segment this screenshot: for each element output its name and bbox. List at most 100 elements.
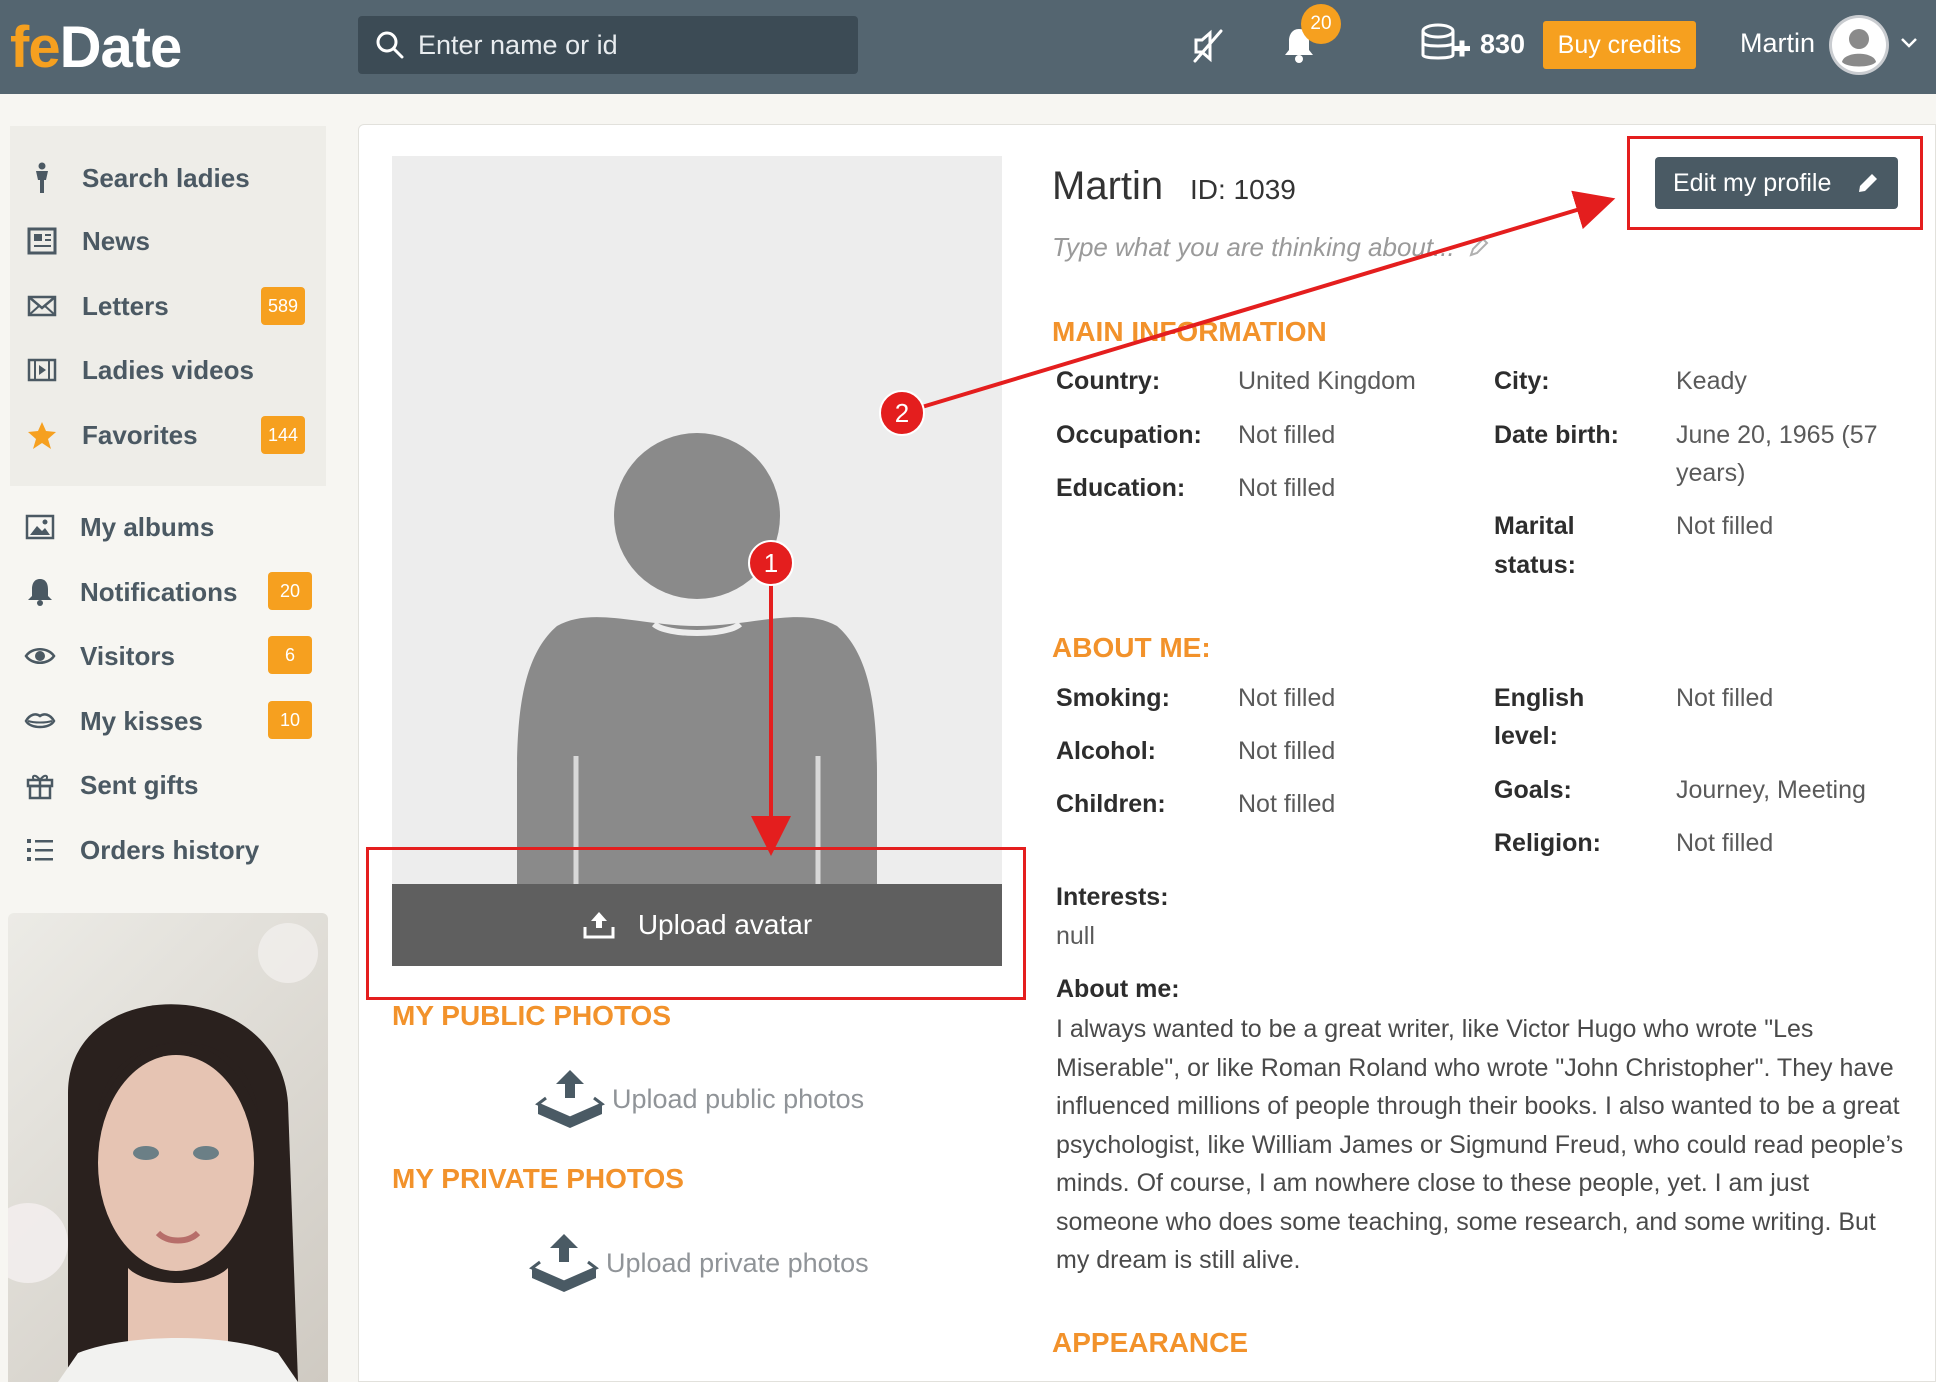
search-input[interactable]: Enter name or id <box>358 16 858 74</box>
city-label: City: <box>1494 367 1550 395</box>
upload-tray-icon <box>535 1070 605 1128</box>
appearance-title: APPEARANCE <box>1052 1327 1249 1358</box>
children-value: Not filled <box>1238 790 1336 818</box>
occupation-label: Occupation: <box>1056 421 1202 449</box>
kisses-count-badge: 10 <box>268 701 312 739</box>
sidebar-item-label: Letters <box>82 290 169 321</box>
sidebar-item-favorites[interactable]: Favorites <box>24 410 198 460</box>
english-level-label-line2: level: <box>1494 722 1558 750</box>
religion-label: Religion: <box>1494 829 1601 857</box>
film-icon <box>24 354 60 386</box>
sidebar-item-visitors[interactable]: Visitors <box>22 631 175 681</box>
sidebar-item-label: Favorites <box>82 419 198 450</box>
logo[interactable]: feDate <box>10 14 182 81</box>
favorites-count-badge: 144 <box>261 416 305 454</box>
notifications-badge: 20 <box>1301 4 1341 44</box>
marital-status-value: Not filled <box>1676 512 1774 540</box>
sidebar-item-label: My kisses <box>80 705 203 736</box>
sidebar-item-news[interactable]: News <box>24 216 150 266</box>
sidebar-item-label: Orders history <box>80 834 260 865</box>
top-header: feDate Enter name or id 20 830 Buy credi… <box>0 0 1936 94</box>
date-birth-value-line1: June 20, 1965 (57 <box>1676 421 1878 449</box>
profile-id: ID: 1039 <box>1190 174 1296 205</box>
newspaper-icon <box>24 225 60 257</box>
english-level-value: Not filled <box>1676 684 1774 712</box>
sidebar-item-notifications[interactable]: Notifications <box>22 567 237 617</box>
eye-icon <box>22 640 58 672</box>
sidebar-item-label: My albums <box>80 511 215 542</box>
education-label: Education: <box>1056 474 1186 502</box>
alcohol-value: Not filled <box>1238 737 1336 765</box>
credits-add-icon <box>1421 23 1470 60</box>
default-avatar-icon <box>517 433 877 966</box>
country-value: United Kingdom <box>1238 367 1416 395</box>
date-birth-label: Date birth: <box>1494 421 1619 449</box>
bell-icon <box>22 576 58 608</box>
search-icon <box>376 31 404 59</box>
buy-credits-button[interactable]: Buy credits <box>1543 21 1696 69</box>
goals-value: Journey, Meeting <box>1676 776 1866 804</box>
marital-status-label-line2: status: <box>1494 551 1576 579</box>
sidebar-item-search-ladies[interactable]: Search ladies <box>24 153 250 203</box>
lips-icon <box>22 705 58 737</box>
main-information-title: MAIN INFORMATION <box>1052 316 1327 347</box>
edit-profile-highlight <box>1627 136 1923 230</box>
sidebar-item-my-albums[interactable]: My albums <box>22 502 214 552</box>
person-icon <box>24 162 60 194</box>
sidebar-item-label: Notifications <box>80 576 238 607</box>
letters-count-badge: 589 <box>261 287 305 325</box>
sidebar-item-letters[interactable]: Letters <box>24 281 169 331</box>
sidebar-item-label: Search ladies <box>82 162 250 193</box>
star-icon <box>24 419 60 451</box>
sidebar-item-orders-history[interactable]: Orders history <box>22 825 259 875</box>
upload-avatar-highlight <box>366 847 1026 1000</box>
profile-name: Martin <box>1052 164 1164 208</box>
user-name[interactable]: Martin <box>1740 28 1815 59</box>
annotation-marker-1: 1 <box>748 540 794 586</box>
status-input[interactable]: Type what you are thinking about... <box>1052 232 1490 263</box>
notifications-count-badge: 20 <box>268 572 312 610</box>
occupation-value: Not filled <box>1238 421 1336 449</box>
about-me-text: I always wanted to be a great writer, li… <box>1056 1015 1904 1274</box>
marital-status-label-line1: Marital <box>1494 512 1575 540</box>
interests-value: null <box>1056 922 1095 950</box>
pencil-icon <box>1469 237 1489 257</box>
about-me-label: About me: <box>1056 975 1180 1003</box>
image-icon <box>22 511 58 543</box>
children-label: Children: <box>1056 790 1166 818</box>
sidebar-item-label: News <box>82 225 150 256</box>
sidebar-item-label: Ladies videos <box>82 354 254 385</box>
public-photos-title: MY PUBLIC PHOTOS <box>392 1000 672 1031</box>
smoking-value: Not filled <box>1238 684 1336 712</box>
gift-icon <box>22 769 58 801</box>
alcohol-label: Alcohol: <box>1056 737 1156 765</box>
sidebar-item-my-kisses[interactable]: My kisses <box>22 696 203 746</box>
list-icon <box>22 834 58 866</box>
envelope-icon <box>24 290 60 322</box>
private-photos-title: MY PRIVATE PHOTOS <box>392 1163 684 1194</box>
interests-label: Interests: <box>1056 883 1169 911</box>
search-placeholder: Enter name or id <box>418 29 618 60</box>
religion-value: Not filled <box>1676 829 1774 857</box>
goals-label: Goals: <box>1494 776 1572 804</box>
user-avatar-icon <box>1832 18 1886 72</box>
sidebar-item-label: Visitors <box>80 640 175 671</box>
upload-public-photos-button[interactable]: Upload public photos <box>534 1068 864 1130</box>
sidebar-item-label: Sent gifts <box>80 769 199 800</box>
promo-lady-photo[interactable] <box>8 913 328 1382</box>
avatar[interactable] <box>1829 15 1889 75</box>
chevron-down-icon[interactable] <box>1900 36 1918 50</box>
city-value: Keady <box>1676 367 1747 395</box>
date-birth-value-line2: years) <box>1676 459 1746 487</box>
credits-balance: 830 <box>1420 22 1525 66</box>
upload-private-photos-button[interactable]: Upload private photos <box>528 1232 869 1294</box>
education-value: Not filled <box>1238 474 1336 502</box>
upload-tray-icon <box>529 1234 599 1292</box>
sound-off-icon[interactable] <box>1192 28 1224 64</box>
about-me-title: ABOUT ME: <box>1052 632 1211 663</box>
avatar-placeholder <box>392 156 1002 966</box>
english-level-label-line1: English <box>1494 684 1585 712</box>
sidebar-item-ladies-videos[interactable]: Ladies videos <box>24 345 254 395</box>
annotation-marker-2: 2 <box>879 390 925 436</box>
sidebar-item-sent-gifts[interactable]: Sent gifts <box>22 760 198 810</box>
